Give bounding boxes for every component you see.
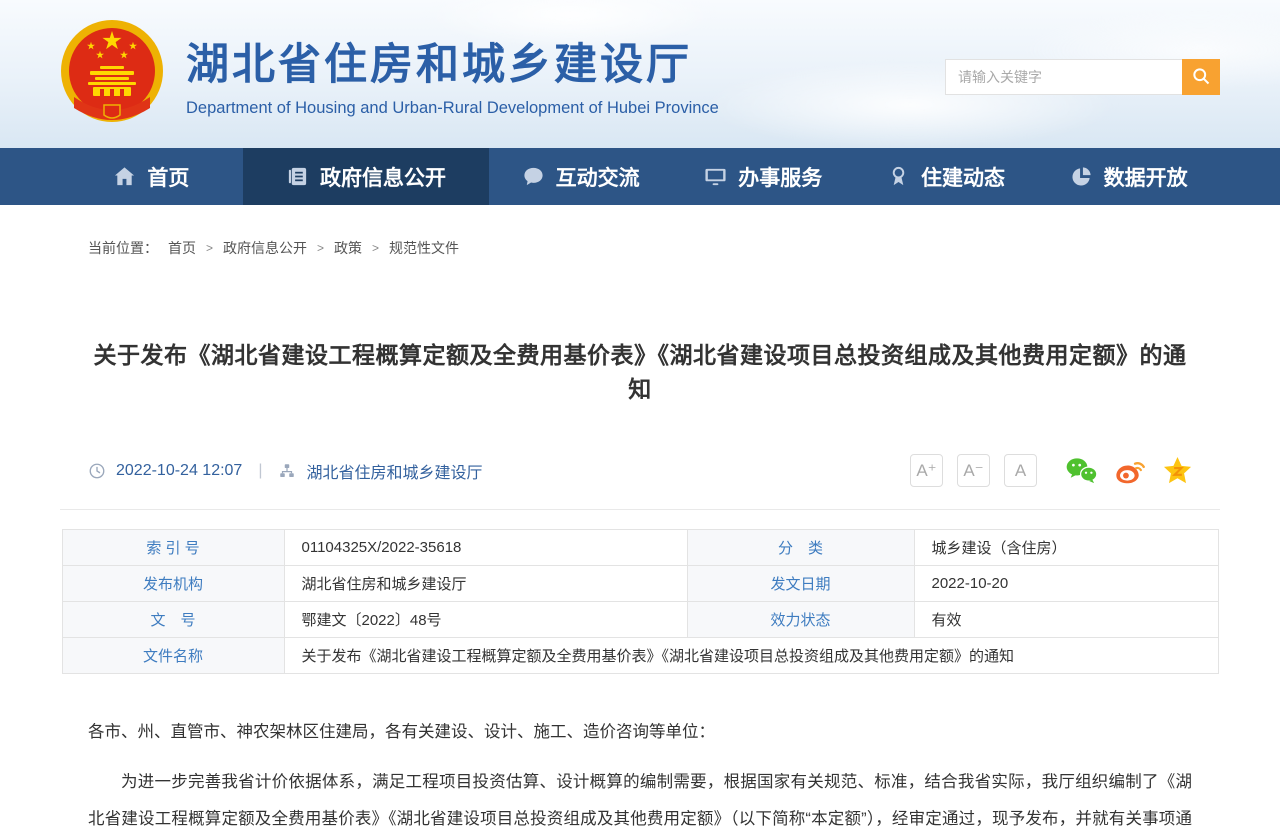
- meta-label-doc-no: 文 号: [62, 602, 284, 638]
- article-body: 各市、州、直管市、神农架林区住建局，各有关建设、设计、施工、造价咨询等单位： 为…: [88, 714, 1192, 828]
- publish-time: 2022-10-24 12:07: [116, 462, 242, 480]
- article-main: 关于发布《湖北省建设工程概算定额及全费用基价表》《湖北省建设项目总投资组成及其他…: [60, 336, 1220, 828]
- breadcrumb-item-home[interactable]: 首页: [168, 238, 196, 258]
- nav-label: 住建动态: [921, 162, 1005, 192]
- nav-label: 数据开放: [1104, 162, 1188, 192]
- meta-label-category: 分 类: [687, 530, 914, 566]
- article-info-row: 2022-10-24 12:07 | 湖北省住房和城乡建设厅 A⁺ A⁻ A: [88, 454, 1192, 487]
- breadcrumb-separator: >: [317, 241, 324, 255]
- main-nav: 首页 政府信息公开 互动交流: [0, 148, 1280, 205]
- monitor-icon: [704, 165, 727, 188]
- pie-chart-icon: [1070, 165, 1093, 188]
- wechat-share-icon[interactable]: [1065, 457, 1098, 484]
- search-input[interactable]: [945, 59, 1182, 95]
- nav-item-gov-info[interactable]: 政府信息公开: [243, 148, 490, 205]
- body-paragraph-salutation: 各市、州、直管市、神农架林区住建局，各有关建设、设计、施工、造价咨询等单位：: [88, 714, 1192, 750]
- nav-item-interaction[interactable]: 互动交流: [489, 148, 672, 205]
- breadcrumb-item-policy[interactable]: 政策: [334, 238, 362, 258]
- font-increase-button[interactable]: A⁺: [910, 454, 943, 487]
- breadcrumb-prefix: 当前位置：: [88, 238, 158, 258]
- breadcrumb-separator: >: [372, 241, 379, 255]
- breadcrumb-item-gov-info[interactable]: 政府信息公开: [223, 238, 307, 258]
- meta-value-index-no: 01104325X/2022-35618: [284, 530, 687, 566]
- meta-label-doc-name: 文件名称: [62, 638, 284, 674]
- badge-icon: [887, 165, 910, 188]
- chat-icon: [522, 165, 545, 188]
- breadcrumb-separator: >: [206, 241, 213, 255]
- meta-value-issuer: 湖北省住房和城乡建设厅: [284, 566, 687, 602]
- page: 湖北省住房和城乡建设厅 Department of Housing and Ur…: [0, 0, 1280, 828]
- search-button[interactable]: [1182, 59, 1220, 95]
- meta-value-doc-no: 鄂建文〔2022〕48号: [284, 602, 687, 638]
- nav-item-open-data[interactable]: 数据开放: [1037, 148, 1220, 205]
- search-icon: [1191, 66, 1211, 89]
- national-emblem-logo[interactable]: [60, 19, 164, 129]
- meta-value-category: 城乡建设（含住房）: [914, 530, 1218, 566]
- body-paragraph-intro: 为进一步完善我省计价依据体系，满足工程项目投资估算、设计概算的编制需要，根据国家…: [88, 764, 1192, 828]
- nav-label: 互动交流: [556, 162, 640, 192]
- weibo-share-icon[interactable]: [1115, 457, 1146, 485]
- breadcrumb-item-normative-docs[interactable]: 规范性文件: [389, 238, 459, 258]
- nav-item-home[interactable]: 首页: [60, 148, 243, 205]
- breadcrumb: 当前位置： 首页 > 政府信息公开 > 政策 > 规范性文件: [60, 205, 1220, 258]
- meta-value-doc-name: 关于发布《湖北省建设工程概算定额及全费用基价表》《湖北省建设项目总投资组成及其他…: [284, 638, 1218, 674]
- site-title[interactable]: 湖北省住房和城乡建设厅: [186, 30, 719, 92]
- meta-value-validity: 有效: [914, 602, 1218, 638]
- table-row: 文件名称 关于发布《湖北省建设工程概算定额及全费用基价表》《湖北省建设项目总投资…: [62, 638, 1218, 674]
- nav-item-services[interactable]: 办事服务: [672, 148, 855, 205]
- table-row: 发布机构 湖北省住房和城乡建设厅 发文日期 2022-10-20: [62, 566, 1218, 602]
- search-bar: [945, 59, 1220, 95]
- font-reset-button[interactable]: A: [1004, 454, 1037, 487]
- meta-label-index-no: 索 引 号: [62, 530, 284, 566]
- qzone-share-icon[interactable]: [1163, 456, 1192, 485]
- section-divider: [60, 509, 1220, 510]
- clock-icon: [88, 462, 106, 480]
- nav-item-news[interactable]: 住建动态: [855, 148, 1038, 205]
- meta-value-issue-date: 2022-10-20: [914, 566, 1218, 602]
- source-org-icon: [278, 462, 296, 480]
- document-icon: [286, 165, 309, 188]
- table-row: 文 号 鄂建文〔2022〕48号 效力状态 有效: [62, 602, 1218, 638]
- info-divider: |: [258, 462, 262, 480]
- meta-label-issue-date: 发文日期: [687, 566, 914, 602]
- article-title: 关于发布《湖北省建设工程概算定额及全费用基价表》《湖北省建设项目总投资组成及其他…: [60, 336, 1220, 404]
- site-subtitle-english: Department of Housing and Urban-Rural De…: [186, 99, 719, 118]
- nav-label: 办事服务: [738, 162, 822, 192]
- document-meta-table: 索 引 号 01104325X/2022-35618 分 类 城乡建设（含住房）…: [62, 529, 1219, 674]
- site-header: 湖北省住房和城乡建设厅 Department of Housing and Ur…: [0, 0, 1280, 148]
- font-decrease-button[interactable]: A⁻: [957, 454, 990, 487]
- nav-label: 政府信息公开: [320, 162, 446, 192]
- nav-label: 首页: [147, 162, 189, 192]
- table-row: 索 引 号 01104325X/2022-35618 分 类 城乡建设（含住房）: [62, 530, 1218, 566]
- article-source: 湖北省住房和城乡建设厅: [306, 459, 482, 483]
- home-icon: [113, 165, 136, 188]
- meta-label-issuer: 发布机构: [62, 566, 284, 602]
- meta-label-validity: 效力状态: [687, 602, 914, 638]
